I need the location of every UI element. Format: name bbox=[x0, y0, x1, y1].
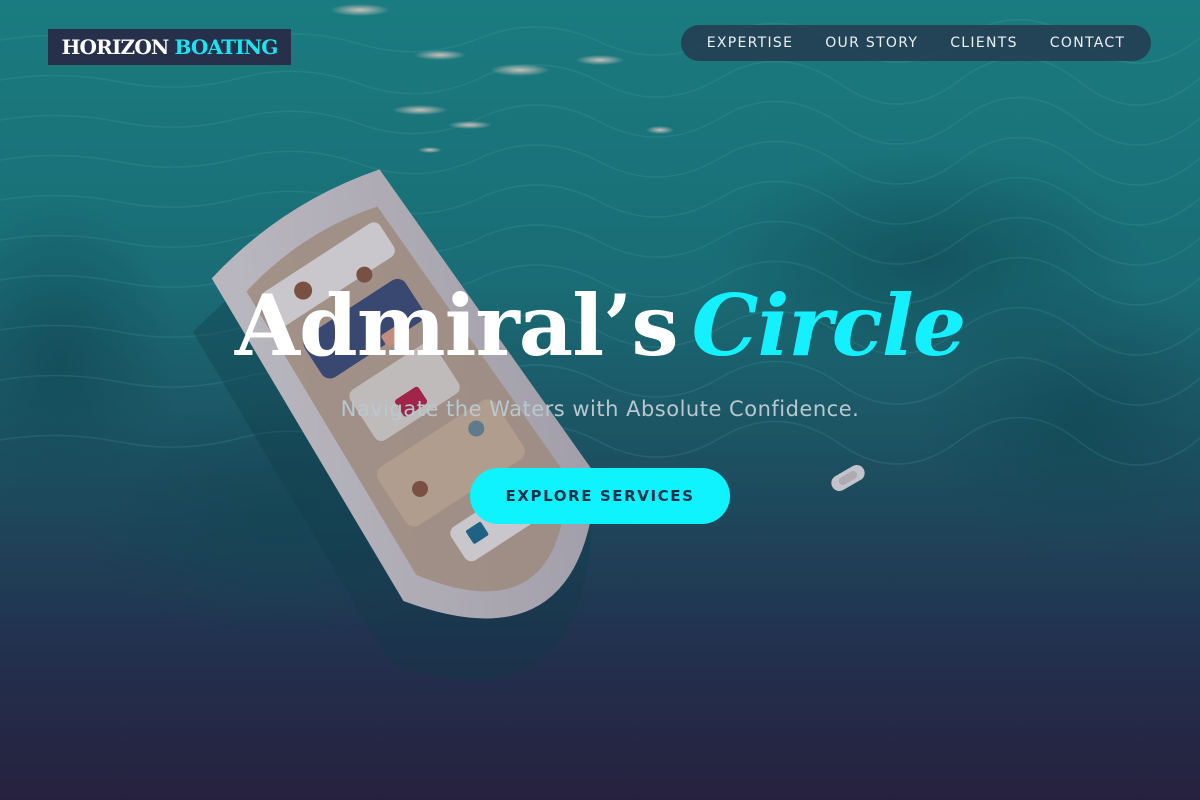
brand-name-horizon: HORIZON bbox=[61, 35, 169, 59]
hero-title-accent: Circle bbox=[691, 276, 967, 375]
explore-services-button[interactable]: EXPLORE SERVICES bbox=[470, 468, 730, 524]
hero-subtitle: Navigate the Waters with Absolute Confid… bbox=[340, 397, 860, 421]
nav-link-expertise[interactable]: EXPERTISE bbox=[707, 35, 794, 51]
brand-logo[interactable]: HORIZON BOATING bbox=[48, 29, 291, 65]
hero-title: Admiral’s Circle bbox=[0, 276, 1200, 376]
hero-section: HORIZON BOATING EXPERTISE OUR STORY CLIE… bbox=[0, 0, 1200, 800]
hero-title-main: Admiral’s bbox=[234, 276, 679, 375]
nav-link-clients[interactable]: CLIENTS bbox=[950, 35, 1018, 51]
main-nav: EXPERTISE OUR STORY CLIENTS CONTACT bbox=[681, 25, 1151, 61]
brand-name-boating: BOATING bbox=[174, 35, 278, 59]
nav-link-contact[interactable]: CONTACT bbox=[1050, 35, 1126, 51]
nav-link-our-story[interactable]: OUR STORY bbox=[825, 35, 918, 51]
